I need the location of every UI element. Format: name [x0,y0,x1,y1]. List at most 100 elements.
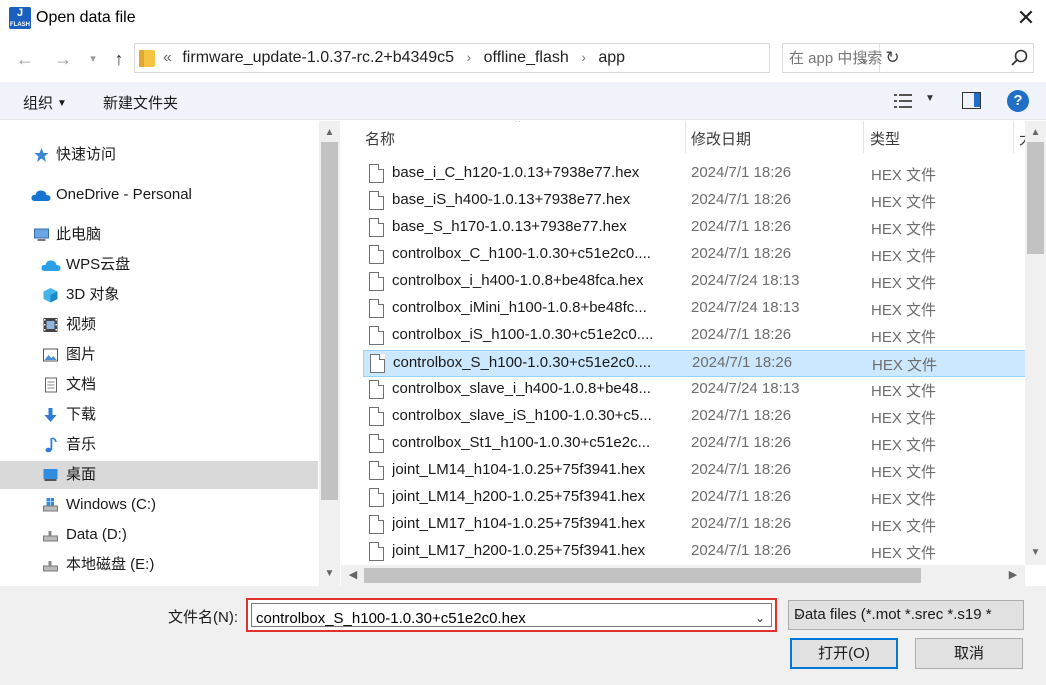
column-divider[interactable] [1013,121,1014,153]
file-row[interactable]: base_iS_h400-1.0.13+7938e77.hex 2024/7/1 … [363,188,1026,215]
file-date: 2024/7/1 18:26 [691,245,792,262]
scroll-up-arrow-icon[interactable]: ▲ [1025,123,1046,143]
scroll-right-arrow-icon[interactable]: ▶ [1003,565,1023,586]
dialog-footer: 文件名(N): ⌄ Data files (*.mot *.srec *.s19… [0,586,1046,685]
file-row[interactable]: controlbox_St1_h100-1.0.30+c51e2c... 2024… [363,431,1026,458]
file-type: HEX 文件 [871,410,937,427]
file-list-vertical-scrollbar[interactable]: ▲ ▼ [1025,121,1046,565]
nav-item-pictures[interactable]: 图片 [0,341,318,369]
breadcrumb-overflow[interactable]: « [163,49,172,66]
horizontal-scroll-thumb[interactable] [364,568,921,583]
file-row[interactable]: controlbox_C_h100-1.0.30+c51e2c0.... 2024… [363,242,1026,269]
scroll-up-arrow-icon[interactable]: ▲ [319,123,340,143]
file-row[interactable]: controlbox_iMini_h100-1.0.8+be48fc... 202… [363,296,1026,323]
file-row[interactable]: controlbox_slave_iS_h100-1.0.30+c5... 202… [363,404,1026,431]
column-divider[interactable] [863,121,864,153]
scroll-left-arrow-icon[interactable]: ◀ [343,565,363,586]
file-row[interactable]: joint_LM14_h200-1.0.25+75f3941.hex 2024/7… [363,485,1026,512]
breadcrumb-item[interactable]: firmware_update-1.0.37-rc.2+b4349c5 [182,49,454,66]
file-row[interactable]: controlbox_S_h100-1.0.30+c51e2c0.... 2024… [363,350,1026,377]
scroll-down-arrow-icon[interactable]: ▼ [319,564,340,584]
file-name: controlbox_i_h400-1.0.8+be48fca.hex [392,272,644,289]
file-row[interactable]: base_S_h170-1.0.13+7938e77.hex 2024/7/1 1… [363,215,1026,242]
file-name: controlbox_St1_h100-1.0.30+c51e2c... [392,434,651,451]
nav-item-drive-d[interactable]: Data (D:) [0,521,318,549]
window-title: Open data file [36,9,136,26]
onedrive-cloud-icon [31,190,51,201]
column-header-type[interactable]: 类型 [870,128,900,149]
breadcrumb-separator-icon[interactable]: › [581,49,586,65]
file-date: 2024/7/24 18:13 [691,380,800,397]
file-row[interactable]: joint_LM14_h104-1.0.25+75f3941.hex 2024/7… [363,458,1026,485]
file-row[interactable]: controlbox_slave_i_h400-1.0.8+be48... 202… [363,377,1026,404]
file-type: HEX 文件 [871,383,937,400]
file-name: joint_LM17_h200-1.0.25+75f3941.hex [392,542,646,559]
cancel-button[interactable]: 取消 [915,638,1023,669]
column-header-date[interactable]: 修改日期 [691,128,751,149]
chevron-down-icon[interactable]: ⌄ [755,611,765,625]
breadcrumb-item[interactable]: app [598,49,625,66]
filename-combobox[interactable]: ⌄ [251,603,772,628]
file-row[interactable]: base_i_C_h120-1.0.13+7938e77.hex 2024/7/1… [363,161,1026,188]
new-folder-button[interactable]: 新建文件夹 [103,92,178,113]
breadcrumb-item[interactable]: offline_flash [484,49,569,66]
file-date: 2024/7/24 18:13 [691,299,800,316]
nav-item-this-pc[interactable]: 此电脑 [0,221,318,249]
nav-item-drive-e[interactable]: 本地磁盘 (E:) [0,551,318,579]
preview-pane-icon[interactable] [962,92,981,109]
close-icon[interactable]: ✕ [1012,4,1040,32]
title-bar: J FLASH Open data file ✕ [0,0,1046,38]
file-row[interactable]: controlbox_iS_h100-1.0.30+c51e2c0.... 202… [363,323,1026,350]
search-box[interactable] [782,43,1034,73]
file-row[interactable]: joint_LM17_h104-1.0.25+75f3941.hex 2024/7… [363,512,1026,539]
nav-item-drive-c[interactable]: Windows (C:) [0,491,318,519]
nav-item-3d-objects[interactable]: 3D 对象 [0,281,318,309]
search-icon[interactable] [1008,47,1030,69]
nav-item-videos[interactable]: 视频 [0,311,318,339]
file-type: HEX 文件 [871,329,937,346]
filename-input[interactable] [256,608,746,628]
file-type: HEX 文件 [871,302,937,319]
help-icon[interactable]: ? [1007,90,1029,112]
forward-arrow-icon[interactable]: → [50,46,76,72]
column-header-row: ⌃ 名称 修改日期 类型 大 [341,121,1034,153]
address-bar[interactable]: « firmware_update-1.0.37-rc.2+b4349c5 › … [134,43,900,73]
nav-scrollbar[interactable]: ▲ ▼ [319,121,340,586]
nav-item-quick-access[interactable]: 快速访问 [0,141,318,169]
view-options-icon[interactable] [894,93,912,109]
open-button[interactable]: 打开(O) [790,638,898,669]
file-type-select[interactable]: Data files (*.mot *.srec *.s19 * ⌄ [788,600,1024,630]
nav-item-desktop[interactable]: 桌面 [0,461,318,489]
column-header-name[interactable]: 名称 [365,128,395,149]
nav-item-music[interactable]: 音乐 [0,431,318,459]
nav-scroll-thumb[interactable] [321,142,338,500]
hex-file-icon [369,299,384,318]
file-row[interactable]: controlbox_i_h400-1.0.8+be48fca.hex 2024/… [363,269,1026,296]
quick-access-star-icon [34,148,49,162]
file-list-horizontal-scrollbar[interactable]: ◀ ▶ [341,565,1025,586]
file-type: HEX 文件 [871,248,937,265]
view-options-caret-icon[interactable]: ▼ [925,93,935,104]
nav-item-documents[interactable]: 文档 [0,371,318,399]
chevron-down-icon[interactable]: ⌄ [794,606,1002,620]
back-arrow-icon[interactable]: ← [12,46,38,72]
scroll-down-arrow-icon[interactable]: ▼ [1025,543,1046,563]
organize-button[interactable]: 组织 ▼ [23,92,67,113]
breadcrumb-separator-icon[interactable]: › [467,49,472,65]
sort-ascending-icon: ⌃ [513,121,523,130]
navigation-pane: 快速访问 OneDrive - Personal 此电脑 WPS云盘 3D 对象… [0,121,340,586]
nav-item-downloads[interactable]: 下载 [0,401,318,429]
search-input[interactable] [789,48,999,68]
file-list-pane: ⌃ 名称 修改日期 类型 大 base_i_C_h120-1.0.13+7938… [341,121,1046,586]
pictures-icon [43,348,58,362]
file-row[interactable]: joint_LM17_h200-1.0.25+75f3941.hex 2024/7… [363,539,1026,566]
nav-item-onedrive[interactable]: OneDrive - Personal [0,181,318,209]
hex-file-icon [369,542,384,561]
up-arrow-icon[interactable]: ↑ [106,46,132,72]
column-divider[interactable] [685,121,686,153]
vertical-scroll-thumb[interactable] [1027,142,1044,254]
nav-item-wps-cloud[interactable]: WPS云盘 [0,251,318,279]
recent-locations-chevron-icon[interactable]: ▾ [80,46,106,72]
file-name: base_S_h170-1.0.13+7938e77.hex [392,218,627,235]
file-type: HEX 文件 [871,491,937,508]
